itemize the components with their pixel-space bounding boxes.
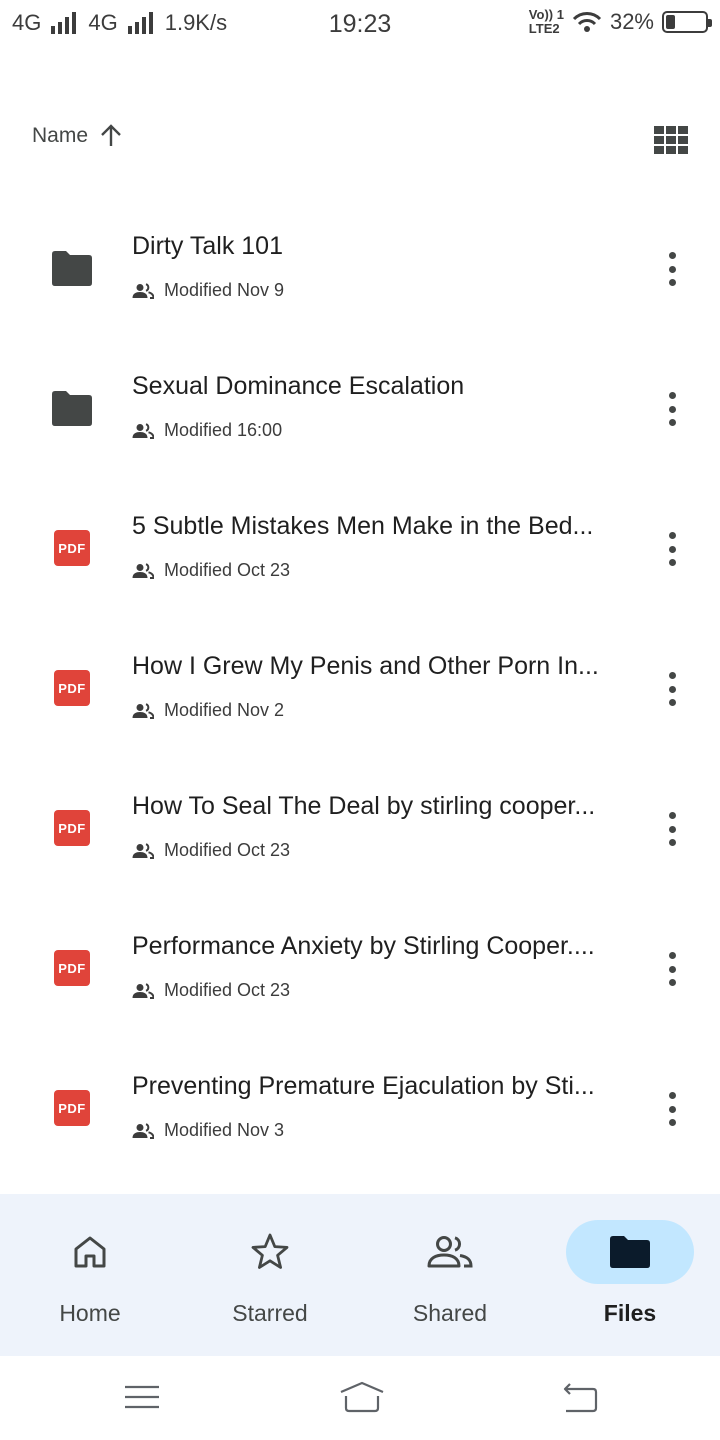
modified-text: Modified Oct 23 <box>164 980 291 1000</box>
modified-text: Modified Nov 3 <box>164 1120 285 1140</box>
file-meta: Modified Nov 2 <box>132 700 284 721</box>
file-row-5[interactable]: PDF Performance Anxiety by Stirling Coop… <box>0 900 720 1040</box>
battery-percent: 32% <box>609 9 654 34</box>
file-meta: Modified Oct 23 <box>132 980 290 1001</box>
home-button-icon[interactable] <box>338 1380 386 1414</box>
sort-label: Name <box>32 124 89 147</box>
home-icon <box>74 1236 106 1268</box>
volte-indicator: Vo)) 1 LTE2 <box>529 8 564 36</box>
more-options-icon[interactable] <box>660 810 684 848</box>
nav-shared[interactable]: Shared <box>360 1194 540 1356</box>
more-options-icon[interactable] <box>660 950 684 988</box>
file-meta: Modified Oct 23 <box>132 560 290 581</box>
modified-text: Modified Oct 23 <box>164 840 291 860</box>
nav-shared-icon-wrap <box>386 1220 514 1284</box>
nav-starred-label: Starred <box>232 1300 308 1326</box>
file-meta: Modified 16:00 <box>132 420 282 441</box>
nav-home[interactable]: Home <box>0 1194 180 1356</box>
file-row-3[interactable]: PDF How I Grew My Penis and Other Porn I… <box>0 620 720 760</box>
wifi-icon <box>572 12 602 32</box>
modified-text: Modified Nov 9 <box>164 280 285 300</box>
file-list: Dirty Talk 101 Modified Nov 9 Sexual Dom… <box>0 200 720 1180</box>
file-title: Dirty Talk 101 <box>132 232 283 260</box>
file-title: 5 Subtle Mistakes Men Make in the Bed... <box>132 512 594 540</box>
folder-icon <box>610 1236 650 1268</box>
file-row-1[interactable]: Sexual Dominance Escalation Modified 16:… <box>0 340 720 480</box>
file-row-2[interactable]: PDF 5 Subtle Mistakes Men Make in the Be… <box>0 480 720 620</box>
status-right: Vo)) 1 LTE2 32% <box>529 8 712 36</box>
shared-people-icon <box>132 422 154 439</box>
file-title: Performance Anxiety by Stirling Cooper..… <box>132 932 595 960</box>
file-title: How To Seal The Deal by stirling cooper.… <box>132 792 596 820</box>
battery-fill <box>666 15 676 29</box>
shared-people-icon <box>132 702 154 719</box>
nav-starred-icon-wrap <box>206 1220 334 1284</box>
file-meta: Modified Nov 9 <box>132 280 284 301</box>
more-options-icon[interactable] <box>660 390 684 428</box>
folder-icon <box>52 391 92 426</box>
volte-line-1: Vo)) 1 <box>528 7 564 22</box>
more-options-icon[interactable] <box>660 670 684 708</box>
grid-view-icon[interactable] <box>654 126 690 154</box>
shared-people-icon <box>132 282 154 299</box>
shared-people-icon <box>132 1122 154 1139</box>
status-bar: 4G 4G 1.9K/s 19:23 Vo)) 1 LTE2 32% <box>0 0 720 50</box>
pdf-icon: PDF <box>54 950 90 986</box>
file-row-4[interactable]: PDF How To Seal The Deal by stirling coo… <box>0 760 720 900</box>
file-row-0[interactable]: Dirty Talk 101 Modified Nov 9 <box>0 200 720 340</box>
pdf-icon: PDF <box>54 670 90 706</box>
more-options-icon[interactable] <box>660 1090 684 1128</box>
file-meta: Modified Nov 3 <box>132 1120 284 1141</box>
file-title: How I Grew My Penis and Other Porn In... <box>132 652 599 680</box>
pdf-icon: PDF <box>54 530 90 566</box>
file-title: Sexual Dominance Escalation <box>132 372 465 400</box>
system-navigation-bar <box>0 1356 720 1440</box>
arrow-up-icon <box>101 124 121 146</box>
pdf-icon: PDF <box>54 1090 90 1126</box>
more-options-icon[interactable] <box>660 530 684 568</box>
file-row-6[interactable]: PDF Preventing Premature Ejaculation by … <box>0 1040 720 1180</box>
file-meta: Modified Oct 23 <box>132 840 290 861</box>
people-icon <box>427 1236 473 1268</box>
sort-bar: Name <box>0 110 720 170</box>
shared-people-icon <box>132 842 154 859</box>
modified-text: Modified Oct 23 <box>164 560 291 580</box>
bottom-navigation: Home Starred Shared Files <box>0 1194 720 1356</box>
back-icon[interactable] <box>560 1380 600 1414</box>
nav-files-label: Files <box>603 1300 657 1326</box>
modified-text: Modified Nov 2 <box>164 700 285 720</box>
star-icon <box>251 1233 289 1269</box>
nav-home-icon-wrap <box>26 1220 154 1284</box>
nav-starred[interactable]: Starred <box>180 1194 360 1356</box>
recent-apps-icon[interactable] <box>122 1380 162 1414</box>
nav-files[interactable]: Files <box>540 1194 720 1356</box>
more-options-icon[interactable] <box>660 250 684 288</box>
nav-files-active-pill <box>566 1220 694 1284</box>
pdf-icon: PDF <box>54 810 90 846</box>
battery-icon <box>662 11 712 33</box>
modified-text: Modified 16:00 <box>164 420 283 440</box>
shared-people-icon <box>132 982 154 999</box>
nav-home-label: Home <box>59 1300 121 1326</box>
nav-shared-label: Shared <box>412 1300 488 1326</box>
shared-people-icon <box>132 562 154 579</box>
sort-by-name-button[interactable]: Name <box>32 124 122 148</box>
volte-line-2: LTE2 <box>528 21 560 36</box>
file-title: Preventing Premature Ejaculation by Sti.… <box>132 1072 595 1100</box>
folder-icon <box>52 251 92 286</box>
